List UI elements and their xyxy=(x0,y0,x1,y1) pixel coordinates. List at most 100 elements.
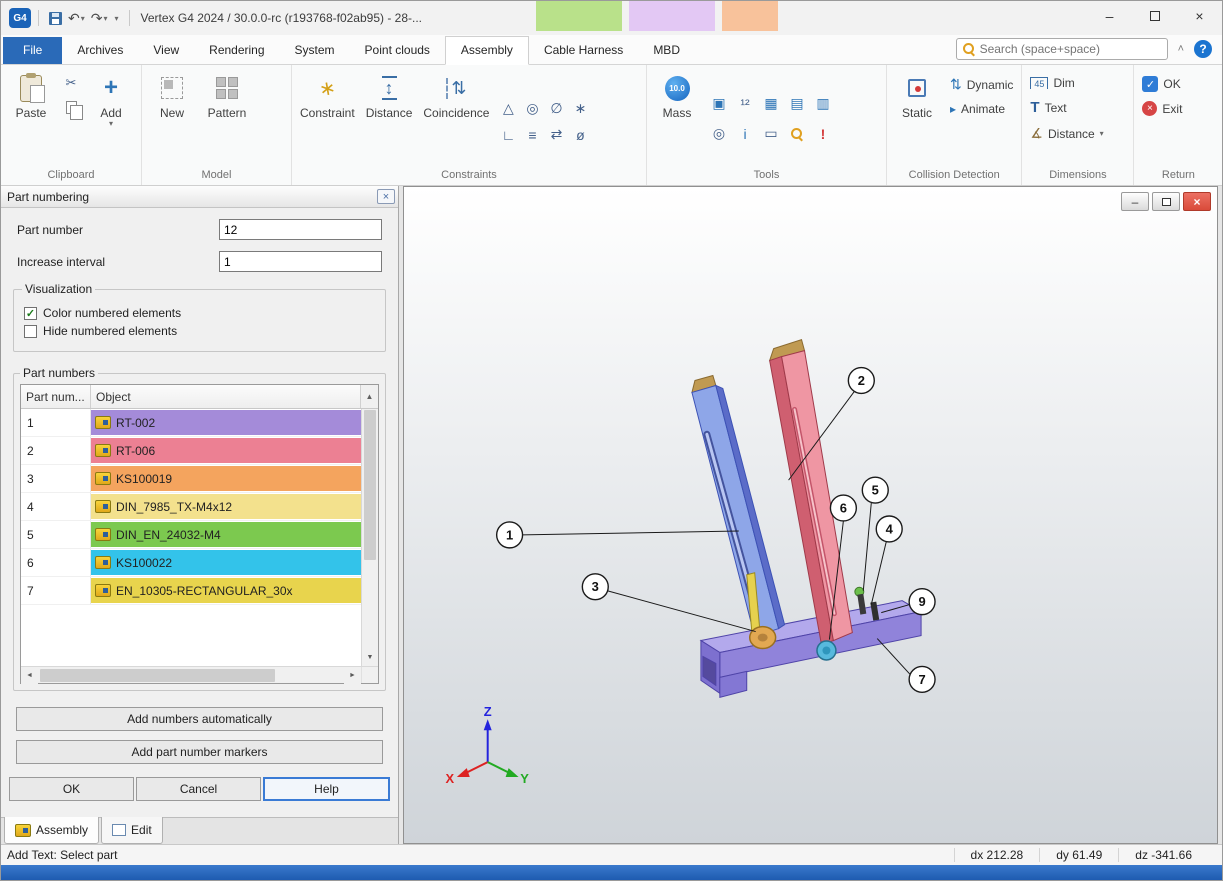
angle-constraint-icon[interactable]: ∅ xyxy=(544,97,568,121)
scrollbar-thumb[interactable] xyxy=(40,669,275,682)
tab-cable-harness[interactable]: Cable Harness xyxy=(529,37,638,64)
paste-button[interactable]: Paste xyxy=(5,69,57,120)
measure-icon[interactable]: ▣ xyxy=(706,91,732,117)
scrollbar-thumb[interactable] xyxy=(364,410,376,560)
tangent-constraint-icon[interactable]: △ xyxy=(496,97,520,121)
column-header-object[interactable]: Object xyxy=(91,385,361,408)
horizontal-scrollbar[interactable]: ◄ ► xyxy=(21,666,378,683)
tab-system[interactable]: System xyxy=(280,37,350,64)
tab-point-clouds[interactable]: Point clouds xyxy=(350,37,445,64)
distance-dim-button[interactable]: ∡ Distance ▾ xyxy=(1026,122,1107,145)
symmetry-constraint-icon[interactable]: ∗ xyxy=(568,97,592,121)
cancel-button[interactable]: Cancel xyxy=(136,777,261,801)
resize-grip[interactable] xyxy=(1208,845,1222,865)
bottom-tab-assembly[interactable]: Assembly xyxy=(4,817,99,844)
copy-icon[interactable] xyxy=(60,97,82,117)
save-button[interactable] xyxy=(46,12,65,25)
swap-constraint-icon[interactable]: ⇄ xyxy=(544,123,568,147)
ok-button[interactable]: OK xyxy=(9,777,134,801)
add-numbers-automatically-button[interactable]: Add numbers automatically xyxy=(16,707,383,731)
table-row[interactable]: 4 DIN_7985_TX-M4x12 xyxy=(21,493,361,521)
warning-icon[interactable]: ! xyxy=(810,121,836,147)
balloon-1[interactable]: 1 xyxy=(497,522,739,548)
tab-mbd[interactable]: MBD xyxy=(638,37,695,64)
add-button[interactable]: + Add ▾ xyxy=(85,69,137,128)
concentric-constraint-icon[interactable]: ◎ xyxy=(520,97,544,121)
dim-button[interactable]: 45 Dim xyxy=(1026,73,1107,93)
app-logo-icon[interactable]: G4 xyxy=(9,8,31,28)
left-arm-part[interactable] xyxy=(692,376,785,637)
vertical-scrollbar[interactable]: ▼ xyxy=(361,409,378,666)
tab-rendering[interactable]: Rendering xyxy=(194,37,279,64)
scroll-left-button[interactable]: ◄ xyxy=(21,667,38,684)
parallel-constraint-icon[interactable]: ≡ xyxy=(520,123,544,147)
balloon-7[interactable]: 7 xyxy=(877,639,935,693)
table-row[interactable]: 7 EN_10305-RECTANGULAR_30x xyxy=(21,577,361,605)
maximize-button[interactable] xyxy=(1132,1,1177,31)
viewport-close-button[interactable]: × xyxy=(1183,192,1211,211)
orange-cylinder-part[interactable] xyxy=(750,627,776,649)
ok-ribbon-button[interactable]: ✓ OK xyxy=(1138,73,1186,95)
info-icon[interactable]: i xyxy=(732,121,758,147)
help-icon[interactable]: ? xyxy=(1194,40,1212,58)
checkbox-icon[interactable] xyxy=(24,307,37,320)
scroll-right-button[interactable]: ► xyxy=(344,667,361,684)
table-row[interactable]: 5 DIN_EN_24032-M4 xyxy=(21,521,361,549)
scroll-down-button[interactable]: ▼ xyxy=(362,649,378,666)
balloon-4[interactable]: 4 xyxy=(871,516,902,605)
qat-customize-button[interactable]: ▾ xyxy=(111,14,122,23)
numbering-icon[interactable]: ¹² xyxy=(732,91,758,117)
table-row[interactable]: 2 RT-006 xyxy=(21,437,361,465)
swatch-purple[interactable] xyxy=(629,1,715,31)
distance-constraint-button[interactable]: ↕ Distance xyxy=(362,69,417,120)
search-box[interactable] xyxy=(956,38,1168,60)
diameter-constraint-icon[interactable]: ø xyxy=(568,123,592,147)
redo-button[interactable]: ↷▾ xyxy=(88,10,111,27)
tab-view[interactable]: View xyxy=(138,37,194,64)
checkbox-icon[interactable] xyxy=(24,325,37,338)
viewport-minimize-button[interactable]: – xyxy=(1121,192,1149,211)
balloon-3[interactable]: 3 xyxy=(582,574,755,632)
cut-icon[interactable]: ✂ xyxy=(60,73,82,93)
table-icon[interactable]: ▦ xyxy=(758,91,784,117)
panel-view-icon[interactable]: ▤ xyxy=(784,91,810,117)
scroll-up-button[interactable]: ▲ xyxy=(361,385,378,408)
column-header-part-num[interactable]: Part num... xyxy=(21,385,91,408)
part-number-input[interactable] xyxy=(219,219,382,240)
color-numbered-checkbox[interactable]: Color numbered elements xyxy=(24,306,375,320)
text-button[interactable]: T Text xyxy=(1026,96,1107,119)
close-button[interactable]: × xyxy=(1177,1,1222,31)
panel-split-icon[interactable]: ▥ xyxy=(810,91,836,117)
mass-button[interactable]: 10.0 Mass xyxy=(651,69,703,120)
exit-ribbon-button[interactable]: × Exit xyxy=(1138,98,1186,119)
undo-button[interactable]: ↶▾ xyxy=(65,10,88,27)
increase-interval-input[interactable] xyxy=(219,251,382,272)
table-row[interactable]: 6 KS100022 xyxy=(21,549,361,577)
dynamic-collision-button[interactable]: ⇅ Dynamic xyxy=(946,73,1017,96)
blue-screw-part[interactable] xyxy=(817,641,836,660)
placeholder-icon[interactable]: ▭ xyxy=(758,121,784,147)
settings-icon[interactable]: ◎ xyxy=(706,121,732,147)
assembly-3d-view[interactable]: 1 2 3 4 xyxy=(404,187,1217,843)
minimize-button[interactable]: – xyxy=(1087,1,1132,31)
pattern-button[interactable]: Pattern xyxy=(201,69,253,120)
tab-archives[interactable]: Archives xyxy=(62,37,138,64)
hide-numbered-checkbox[interactable]: Hide numbered elements xyxy=(24,324,375,338)
right-arm-part[interactable] xyxy=(770,340,853,645)
zoom-tool-icon[interactable] xyxy=(784,121,810,147)
tab-assembly[interactable]: Assembly xyxy=(445,36,529,65)
model-viewport[interactable]: – × xyxy=(403,186,1218,844)
new-button[interactable]: New xyxy=(146,69,198,120)
static-collision-button[interactable]: Static xyxy=(891,69,943,120)
table-row[interactable]: 3 KS100019 xyxy=(21,465,361,493)
table-row[interactable]: 1 RT-002 xyxy=(21,409,361,437)
viewport-restore-button[interactable] xyxy=(1152,192,1180,211)
constraint-button[interactable]: ∗ Constraint xyxy=(296,69,359,120)
coincidence-button[interactable]: ⇅ Coincidence xyxy=(419,69,493,120)
panel-close-button[interactable]: × xyxy=(377,189,395,204)
base-bracket-part[interactable] xyxy=(701,601,921,698)
animate-collision-button[interactable]: ▸ Animate xyxy=(946,99,1017,119)
collapse-ribbon-icon[interactable]: ˄ xyxy=(1178,43,1184,55)
add-part-number-markers-button[interactable]: Add part number markers xyxy=(16,740,383,764)
perpendicular-constraint-icon[interactable]: ∟ xyxy=(496,123,520,147)
